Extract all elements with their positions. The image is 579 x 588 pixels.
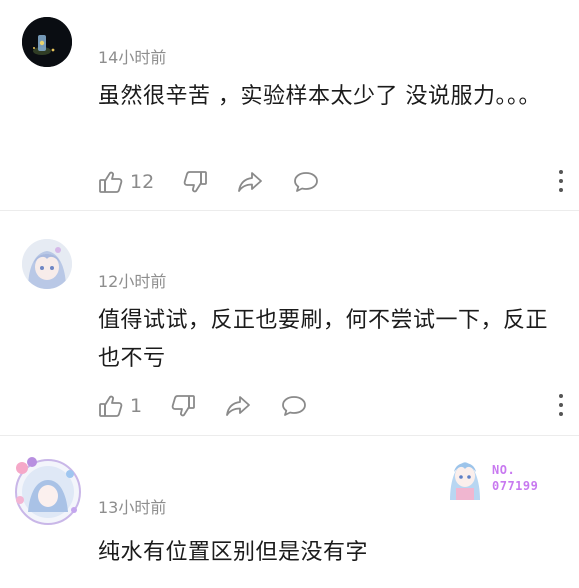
- thumbs-down-icon: [183, 171, 207, 193]
- dislike-button[interactable]: [182, 167, 208, 197]
- comment-item: 14小时前 虽然很辛苦 ，实验样本太少了 没说服力。。。 12: [0, 0, 579, 210]
- comment-timestamp: 14小时前: [98, 48, 167, 67]
- avatar-image: [22, 17, 72, 67]
- like-count: 12: [130, 171, 155, 193]
- like-count: 1: [130, 395, 143, 417]
- more-dots-icon: [559, 170, 563, 174]
- comment-text: 纯水有位置区别但是没有字: [98, 540, 369, 565]
- comment-actions: 1: [96, 391, 566, 421]
- avatar-image: [22, 239, 72, 289]
- more-dots-icon: [559, 394, 563, 398]
- share-button[interactable]: [224, 391, 252, 421]
- avatar[interactable]: [22, 239, 72, 289]
- comment-item: 12小时前 值得试试，反正也要刷，何不尝试一下，反正也不亏 1: [0, 211, 579, 435]
- share-icon: [238, 172, 262, 192]
- share-button[interactable]: [236, 167, 264, 197]
- thumbs-down-icon: [171, 395, 195, 417]
- comment-timestamp: 12小时前: [98, 272, 167, 291]
- avatar-image: [15, 457, 81, 525]
- comment-text: 虽然很辛苦 ，实验样本太少了 没说服力。。。: [98, 84, 541, 109]
- reply-button[interactable]: [292, 167, 320, 197]
- reply-bubble-icon: [294, 172, 318, 192]
- reply-button[interactable]: [280, 391, 308, 421]
- thumbs-up-icon: [99, 171, 123, 193]
- more-options-button[interactable]: [557, 394, 565, 420]
- comment-timestamp: 13小时前: [98, 498, 167, 517]
- comment-actions: 12: [96, 167, 566, 197]
- badge-number: NO. 077199: [492, 462, 538, 494]
- reply-bubble-icon: [282, 396, 306, 416]
- avatar[interactable]: [22, 17, 72, 67]
- share-icon: [226, 396, 250, 416]
- comment-text: 值得试试，反正也要刷，何不尝试一下，反正也不亏: [98, 308, 549, 371]
- badge-line-2: 077199: [492, 479, 539, 493]
- fan-badge[interactable]: NO. 077199: [442, 450, 552, 502]
- avatar-frame[interactable]: [8, 450, 88, 530]
- like-button[interactable]: 1: [98, 391, 142, 421]
- badge-line-1: NO.: [492, 463, 516, 477]
- dislike-button[interactable]: [170, 391, 196, 421]
- thumbs-up-icon: [99, 395, 123, 417]
- badge-character-icon: [450, 462, 480, 500]
- more-options-button[interactable]: [557, 170, 565, 196]
- like-button[interactable]: 12: [98, 167, 154, 197]
